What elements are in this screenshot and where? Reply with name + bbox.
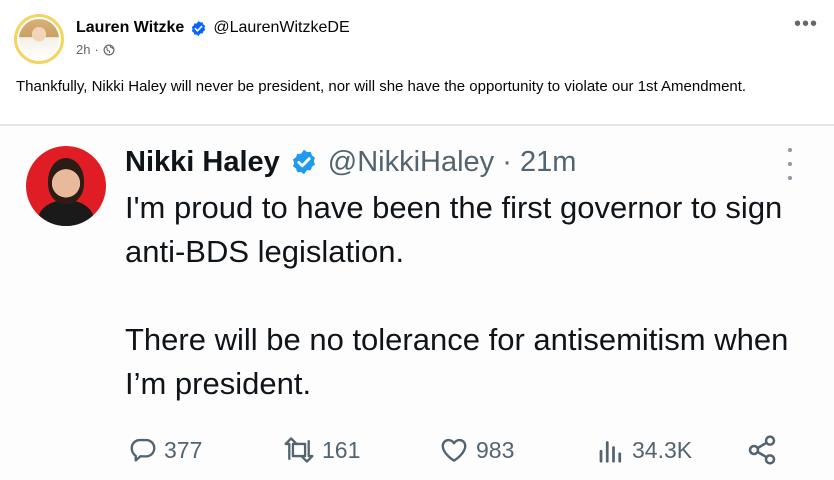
globe-icon[interactable] [103,44,115,56]
reply-icon [130,438,156,462]
like-count: 983 [476,436,515,463]
author-line: Lauren Witzke @LaurenWitzkeDE [76,19,350,37]
tweet-avatar-face [48,158,84,204]
author-avatar-image [17,17,61,61]
views-count: 34.3K [632,436,693,463]
tweet-body: I'm proud to have been the first governo… [125,186,815,406]
tweet-paragraph-2: There will be no tolerance for antisemit… [125,322,789,401]
retweet-count: 161 [322,436,361,463]
post-time[interactable]: 2h [76,42,90,57]
meta-separator: · [94,42,99,57]
retweet-icon [284,437,314,463]
tweet-share [746,430,778,470]
tweet-reply: 377 [128,430,202,470]
post-text: Thankfully, Nikki Haley will never be pr… [16,78,747,95]
tweet-author-name: Nikki Haley [125,146,280,178]
tweet-avatar [26,146,106,226]
tweet-header: Nikki Haley @NikkiHaley · 21m [125,144,576,180]
verified-badge-icon [192,20,206,36]
tweet-more-icon [786,148,794,180]
tweet-actions: 377 161 983 34.3K [0,430,834,470]
tweet-like: 983 [438,430,514,470]
share-icon [748,435,776,465]
author-name[interactable]: Lauren Witzke [76,19,184,37]
views-chart-icon [599,441,622,463]
embedded-tweet-image[interactable]: Nikki Haley @NikkiHaley · 21m I'm proud … [0,126,834,480]
more-options-icon[interactable]: ••• [794,14,818,34]
author-handle[interactable]: @LaurenWitzkeDE [213,19,349,37]
post-meta: 2h · [76,42,115,57]
tweet-views: 34.3K [596,430,692,470]
tweet-retweet: 161 [282,430,360,470]
tweet-handle-time: @NikkiHaley · 21m [327,146,577,178]
author-avatar[interactable] [14,14,64,64]
tweet-paragraph-1: I'm proud to have been the first governo… [125,190,783,269]
post-header: Lauren Witzke @LaurenWitzkeDE 2h · ••• [0,0,834,72]
verified-badge-icon [292,149,315,175]
reply-count: 377 [164,436,203,463]
heart-icon [441,438,467,462]
